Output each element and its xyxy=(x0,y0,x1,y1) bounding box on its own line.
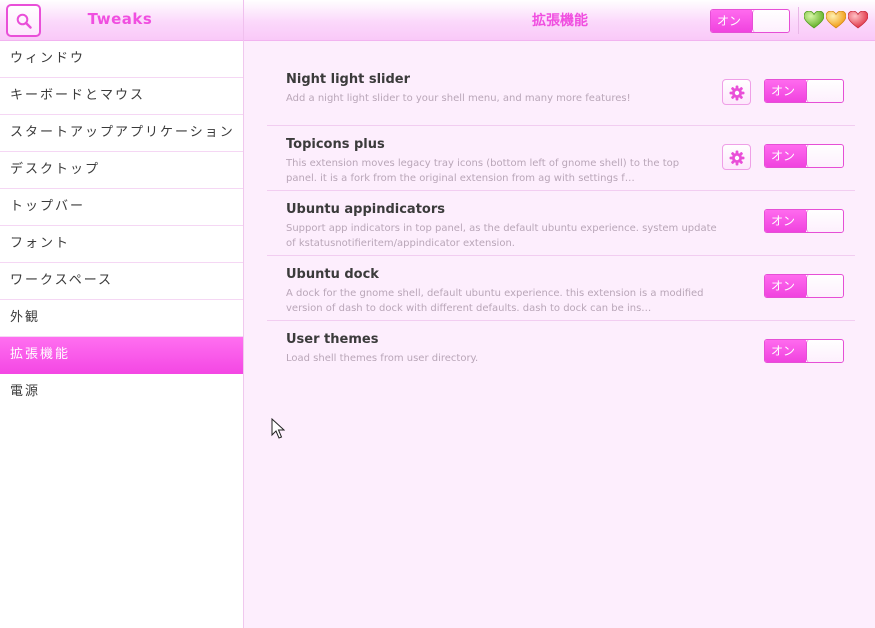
sidebar-item-keyboard-mouse[interactable]: キーボードとマウス xyxy=(0,78,243,115)
header-separator xyxy=(798,7,799,34)
sidebar-item-power[interactable]: 電源 xyxy=(0,374,243,411)
extension-toggle[interactable]: オン xyxy=(764,339,844,363)
extension-row-night-light-slider: Night light slider Add a night light sli… xyxy=(267,61,855,126)
sidebar-item-fonts[interactable]: フォント xyxy=(0,226,243,263)
sidebar-item-appearance[interactable]: 外観 xyxy=(0,300,243,337)
extension-toggle[interactable]: オン xyxy=(764,144,844,168)
extension-row-ubuntu-appindicators: Ubuntu appindicators Support app indicat… xyxy=(267,191,855,256)
toggle-knob xyxy=(806,340,843,362)
sidebar-item-windows[interactable]: ウィンドウ xyxy=(0,41,243,78)
gear-icon xyxy=(729,85,745,101)
mouse-cursor-icon xyxy=(271,418,285,439)
extension-name: Ubuntu dock xyxy=(286,267,379,282)
extension-toggle[interactable]: オン xyxy=(764,79,844,103)
gear-icon xyxy=(729,150,745,166)
extension-description: Load shell themes from user directory. xyxy=(286,353,479,364)
search-button[interactable] xyxy=(6,4,41,37)
sidebar-item-startup-applications[interactable]: スタートアップアプリケーション xyxy=(0,115,243,152)
toggle-knob xyxy=(752,10,789,32)
extensions-panel: Night light slider Add a night light sli… xyxy=(245,41,875,628)
extension-description: Support app indicators in top panel, as … xyxy=(286,223,717,249)
extension-row-ubuntu-dock: Ubuntu dock A dock for the gnome shell, … xyxy=(267,256,855,321)
toggle-on-label: オン xyxy=(711,10,752,32)
page-title: 拡張機能 xyxy=(532,13,588,29)
extension-name: Night light slider xyxy=(286,72,411,87)
extension-description: Add a night light slider to your shell m… xyxy=(286,93,631,104)
extension-name: User themes xyxy=(286,332,379,347)
sidebar-item-desktop[interactable]: デスクトップ xyxy=(0,152,243,189)
search-icon xyxy=(16,13,32,29)
extension-description: This extension moves legacy tray icons (… xyxy=(286,158,680,184)
toggle-on-label: オン xyxy=(765,210,806,232)
extension-toggle[interactable]: オン xyxy=(764,274,844,298)
header-bar: Tweaks 拡張機能 オン xyxy=(0,0,875,41)
extension-row-user-themes: User themes Load shell themes from user … xyxy=(267,321,855,386)
extension-name: Topicons plus xyxy=(286,137,385,152)
extension-row-topicons-plus: Topicons plus This extension moves legac… xyxy=(267,126,855,191)
global-extensions-toggle[interactable]: オン xyxy=(710,9,790,33)
extension-description: A dock for the gnome shell, default ubun… xyxy=(286,288,704,314)
sidebar-header: Tweaks xyxy=(0,0,244,41)
toggle-on-label: オン xyxy=(765,275,806,297)
toggle-on-label: オン xyxy=(765,340,806,362)
minimize-icon[interactable] xyxy=(804,11,824,29)
app-title: Tweaks xyxy=(87,10,153,28)
sidebar-item-workspaces[interactable]: ワークスペース xyxy=(0,263,243,300)
toggle-knob xyxy=(806,275,843,297)
toggle-knob xyxy=(806,145,843,167)
close-icon[interactable] xyxy=(848,11,868,29)
extension-settings-button[interactable] xyxy=(722,79,751,105)
extension-toggle[interactable]: オン xyxy=(764,209,844,233)
sidebar-item-extensions[interactable]: 拡張機能 xyxy=(0,337,243,374)
toggle-knob xyxy=(806,210,843,232)
toggle-on-label: オン xyxy=(765,145,806,167)
extension-settings-button[interactable] xyxy=(722,144,751,170)
maximize-icon[interactable] xyxy=(826,11,846,29)
sidebar-item-top-bar[interactable]: トップバー xyxy=(0,189,243,226)
toggle-on-label: オン xyxy=(765,80,806,102)
sidebar: ウィンドウ キーボードとマウス スタートアップアプリケーション デスクトップ ト… xyxy=(0,41,244,628)
extension-name: Ubuntu appindicators xyxy=(286,202,445,217)
toggle-knob xyxy=(806,80,843,102)
